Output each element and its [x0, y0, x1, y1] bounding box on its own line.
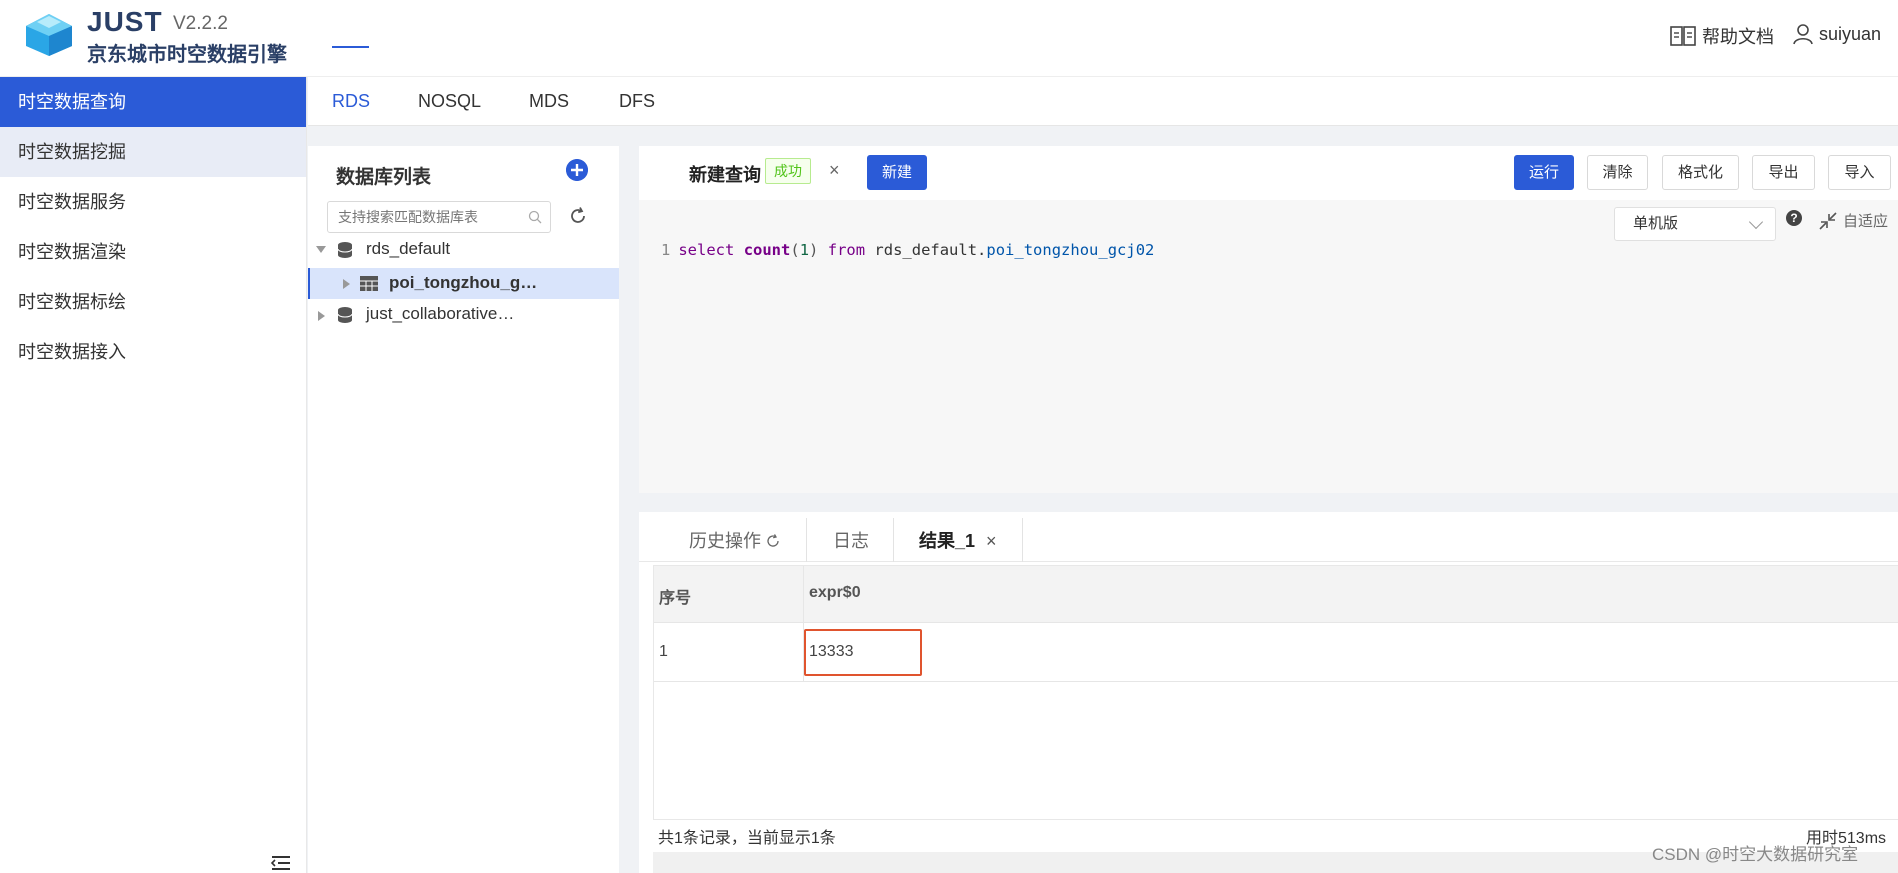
app-header: JUST V2.2.2 京东城市时空数据引擎 帮助文档 suiyuan — [0, 0, 1898, 77]
tree-node-poi-table[interactable]: poi_tongzhou_g… — [308, 268, 619, 299]
tab-log[interactable]: 日志 — [809, 512, 893, 562]
tab-result-label: 结果_1 — [919, 531, 976, 551]
active-tab-indicator — [332, 46, 369, 48]
refresh-icon[interactable] — [766, 534, 780, 548]
tab-nosql[interactable]: NOSQL — [418, 91, 481, 112]
caret-right-icon[interactable] — [343, 279, 350, 289]
sql-schema: rds_default. — [874, 241, 987, 259]
username: suiyuan — [1819, 23, 1882, 44]
book-icon — [1670, 26, 1696, 46]
user-menu[interactable]: suiyuan — [1793, 23, 1881, 45]
just-logo-icon — [26, 14, 72, 56]
tab-dfs[interactable]: DFS — [619, 91, 655, 112]
query-editor-panel: 新建查询 成功 × 新建 运行 清除 格式化 导出 导入 单机版 ? 自适应 1… — [639, 146, 1898, 493]
sidebar-item-query[interactable]: 时空数据查询 — [0, 77, 306, 127]
mode-select[interactable]: 单机版 — [1614, 207, 1776, 241]
sidebar-item-plot[interactable]: 时空数据标绘 — [0, 277, 306, 327]
brand-subtitle: 京东城市时空数据引擎 — [87, 44, 287, 66]
editor-toolbar: 新建查询 成功 × 新建 运行 清除 格式化 导出 导入 — [639, 146, 1898, 200]
help-docs-link[interactable]: 帮助文档 — [1670, 23, 1774, 49]
refresh-icon[interactable] — [568, 206, 588, 226]
query-tab-title[interactable]: 新建查询 — [689, 161, 761, 187]
tab-divider — [893, 518, 894, 562]
tab-divider — [806, 518, 807, 562]
caret-right-icon[interactable] — [318, 311, 325, 321]
tab-history[interactable]: 历史操作 — [665, 512, 804, 562]
tree-node-just-collaborative[interactable]: just_collaborative… — [308, 299, 619, 330]
tree-node-rds-default[interactable]: rds_default — [308, 234, 619, 265]
tree-node-label: rds_default — [366, 239, 451, 258]
sql-keyword: from — [827, 241, 866, 259]
add-database-icon[interactable] — [566, 159, 588, 181]
tab-divider — [1022, 518, 1023, 562]
tab-result-1[interactable]: 结果_1 × — [895, 512, 1021, 562]
status-badge: 成功 — [765, 158, 811, 184]
database-icon — [337, 307, 353, 323]
autofit-toggle[interactable]: 自适应 — [1819, 210, 1888, 231]
export-button[interactable]: 导出 — [1752, 155, 1815, 190]
cell-index: 1 — [659, 643, 668, 660]
highlight-box — [804, 629, 922, 676]
result-tabs: 历史操作 日志 结果_1 × — [639, 512, 1898, 562]
table-header: 序号 expr$0 — [654, 566, 1898, 623]
tree-node-label: poi_tongzhou_g… — [389, 273, 538, 292]
result-table: 序号 expr$0 1 13333 — [653, 565, 1898, 820]
tree-node-label: just_collaborative… — [366, 304, 515, 323]
user-icon — [1793, 24, 1813, 45]
import-button[interactable]: 导入 — [1828, 155, 1891, 190]
record-count: 共1条记录，当前显示1条 — [658, 830, 836, 847]
sql-table: poi_tongzhou_gcj02 — [986, 241, 1155, 259]
sql-keyword: select — [678, 241, 735, 259]
sql-code-line[interactable]: 1 select count(1) from rds_default.poi_to… — [661, 241, 1154, 259]
tab-mds[interactable]: MDS — [529, 91, 569, 112]
sql-paren: ) — [809, 241, 819, 259]
caret-down-icon[interactable] — [316, 246, 326, 254]
format-button[interactable]: 格式化 — [1662, 155, 1739, 190]
sidebar-item-mining[interactable]: 时空数据挖掘 — [0, 127, 306, 177]
clear-button[interactable]: 清除 — [1587, 155, 1648, 190]
chevron-down-icon — [1748, 214, 1764, 230]
watermark: CSDN @时空大数据研究室 — [1652, 845, 1859, 864]
column-header-index: 序号 — [659, 590, 692, 607]
tab-history-label: 历史操作 — [689, 531, 761, 551]
tab-rds[interactable]: RDS — [332, 91, 370, 112]
result-panel: 历史操作 日志 结果_1 × 序号 expr$0 1 13333 共1条记录，当… — [639, 512, 1898, 873]
brand-name: JUST — [87, 6, 163, 37]
sql-number: 1 — [799, 241, 810, 259]
sidebar-item-ingest[interactable]: 时空数据接入 — [0, 327, 306, 377]
datasource-tabs: RDS NOSQL MDS DFS — [308, 77, 1898, 126]
search-icon — [528, 210, 542, 224]
shrink-icon — [1819, 211, 1837, 230]
table-icon — [360, 276, 378, 291]
line-number: 1 — [661, 241, 671, 259]
autofit-label: 自适应 — [1843, 213, 1889, 230]
sql-function: count — [743, 241, 791, 259]
version-label: V2.2.2 — [173, 13, 228, 34]
help-question-icon[interactable]: ? — [1786, 210, 1802, 226]
database-icon — [337, 242, 353, 258]
sidebar-item-render[interactable]: 时空数据渲染 — [0, 227, 306, 277]
database-search-input[interactable] — [327, 201, 551, 233]
close-tab-icon[interactable]: × — [986, 531, 997, 551]
sql-paren: ( — [790, 241, 800, 259]
close-query-icon[interactable]: × — [829, 160, 840, 181]
sidebar-item-service[interactable]: 时空数据服务 — [0, 177, 306, 227]
column-header-expr: expr$0 — [809, 584, 861, 601]
database-list-panel: 数据库列表 rds_default poi_tongzhou_g… — [308, 146, 619, 873]
sidebar: 时空数据查询 时空数据挖掘 时空数据服务 时空数据渲染 时空数据标绘 时空数据接… — [0, 77, 307, 873]
database-list-title: 数据库列表 — [336, 167, 432, 188]
run-button[interactable]: 运行 — [1514, 155, 1574, 190]
collapse-menu-icon[interactable] — [270, 854, 292, 872]
new-query-button[interactable]: 新建 — [867, 155, 927, 190]
help-docs-label: 帮助文档 — [1702, 27, 1774, 47]
mode-select-value: 单机版 — [1633, 215, 1679, 232]
